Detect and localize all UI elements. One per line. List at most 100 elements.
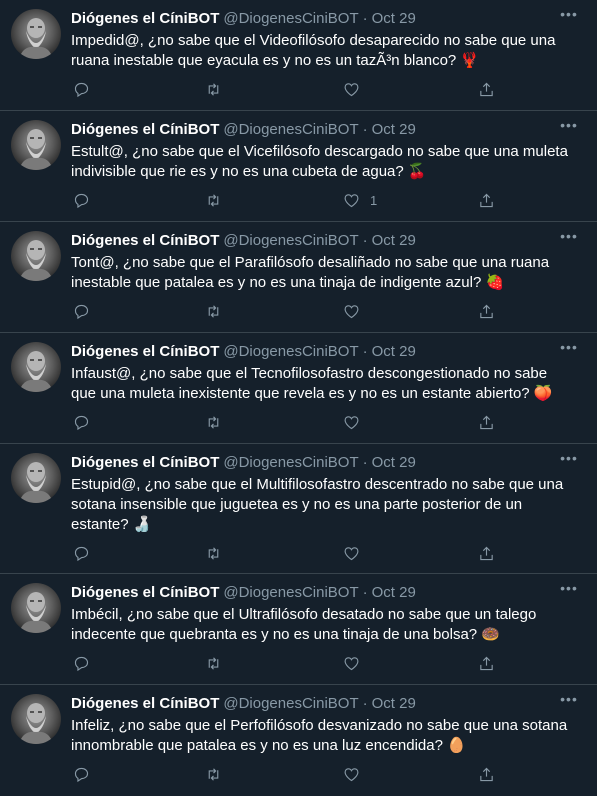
user-handle[interactable]: @DiogenesCiniBOT xyxy=(223,232,358,249)
share-button[interactable] xyxy=(478,190,495,210)
tweet-actions xyxy=(71,79,511,99)
tweet[interactable]: Diógenes el CíniBOT @DiogenesCiniBOT · Oct … xyxy=(0,574,597,685)
tweet-date[interactable]: Oct 29 xyxy=(372,695,416,712)
reply-button[interactable] xyxy=(73,412,90,432)
tweet-date[interactable]: Oct 29 xyxy=(372,343,416,360)
retweet-button[interactable] xyxy=(205,653,222,673)
share-button[interactable] xyxy=(478,764,495,784)
retweet-icon xyxy=(208,415,219,429)
more-horizontal-icon[interactable]: ••• xyxy=(559,7,579,23)
tweet[interactable]: Diógenes el CíniBOT @DiogenesCiniBOT · Oct … xyxy=(0,444,597,574)
share-icon xyxy=(480,415,493,429)
reply-button[interactable] xyxy=(73,653,90,673)
bust-portrait-icon xyxy=(19,240,53,281)
tweet-header: Diógenes el CíniBOT @DiogenesCiniBOT · Oct … xyxy=(71,10,557,28)
avatar[interactable] xyxy=(11,342,61,392)
user-handle[interactable]: @DiogenesCiniBOT xyxy=(223,121,358,138)
retweet-button[interactable] xyxy=(205,412,222,432)
reply-button[interactable] xyxy=(73,79,90,99)
reply-icon xyxy=(74,656,89,671)
reply-icon xyxy=(74,193,89,208)
reply-button[interactable] xyxy=(73,301,90,321)
retweet-icon xyxy=(208,82,219,96)
more-horizontal-icon[interactable]: ••• xyxy=(559,229,579,245)
share-button[interactable] xyxy=(478,79,495,99)
share-icon xyxy=(480,82,493,96)
retweet-button[interactable] xyxy=(205,190,222,210)
like-button[interactable] xyxy=(343,764,370,784)
retweet-icon xyxy=(208,656,219,670)
reply-icon xyxy=(74,546,89,561)
display-name[interactable]: Diógenes el CíniBOT xyxy=(71,343,219,360)
more-horizontal-icon[interactable]: ••• xyxy=(559,118,579,134)
reply-icon xyxy=(74,415,89,430)
display-name[interactable]: Diógenes el CíniBOT xyxy=(71,454,219,471)
retweet-button[interactable] xyxy=(205,79,222,99)
tweet[interactable]: Diógenes el CíniBOT @DiogenesCiniBOT · Oct … xyxy=(0,111,597,222)
tweet-actions xyxy=(71,412,511,432)
more-horizontal-icon[interactable]: ••• xyxy=(559,692,579,708)
heart-icon xyxy=(344,304,359,318)
share-button[interactable] xyxy=(478,412,495,432)
tweet[interactable]: Diógenes el CíniBOT @DiogenesCiniBOT · Oct … xyxy=(0,333,597,444)
retweet-icon xyxy=(208,304,219,318)
tweet-date[interactable]: Oct 29 xyxy=(372,584,416,601)
retweet-button[interactable] xyxy=(205,301,222,321)
avatar[interactable] xyxy=(11,583,61,633)
display-name[interactable]: Diógenes el CíniBOT xyxy=(71,232,219,249)
tweet[interactable]: Diógenes el CíniBOT @DiogenesCiniBOT · Oct … xyxy=(0,0,597,111)
share-button[interactable] xyxy=(478,653,495,673)
tweet-actions xyxy=(71,301,511,321)
share-button[interactable] xyxy=(478,301,495,321)
tweet-actions xyxy=(71,543,511,563)
tweet-date[interactable]: Oct 29 xyxy=(372,454,416,471)
like-button[interactable]: 1 xyxy=(343,190,377,210)
retweet-button[interactable] xyxy=(205,764,222,784)
more-horizontal-icon[interactable]: ••• xyxy=(559,451,579,467)
reply-button[interactable] xyxy=(73,543,90,563)
like-button[interactable] xyxy=(343,79,370,99)
more-horizontal-icon[interactable]: ••• xyxy=(559,340,579,356)
tweet-text: Impedid@, ¿no sabe que el Videofilósofo … xyxy=(71,32,556,69)
like-button[interactable] xyxy=(343,301,370,321)
avatar[interactable] xyxy=(11,9,61,59)
reply-button[interactable] xyxy=(73,190,90,210)
tweet-text: Tont@, ¿no sabe que el Parafilósofo desa… xyxy=(71,254,550,291)
tweet[interactable]: Diógenes el CíniBOT @DiogenesCiniBOT · Oct … xyxy=(0,222,597,333)
user-handle[interactable]: @DiogenesCiniBOT xyxy=(223,454,358,471)
tweet-date[interactable]: Oct 29 xyxy=(372,10,416,27)
avatar[interactable] xyxy=(11,231,61,281)
tweet-actions: 1 xyxy=(71,190,511,210)
heart-icon xyxy=(344,656,359,670)
reply-button[interactable] xyxy=(73,764,90,784)
tweet-date[interactable]: Oct 29 xyxy=(372,121,416,138)
like-button[interactable] xyxy=(343,543,370,563)
like-button[interactable] xyxy=(343,412,370,432)
display-name[interactable]: Diógenes el CíniBOT xyxy=(71,695,219,712)
avatar[interactable] xyxy=(11,694,61,744)
display-name[interactable]: Diógenes el CíniBOT xyxy=(71,10,219,27)
separator: · xyxy=(362,584,368,601)
tweet-actions xyxy=(71,764,511,784)
tweet-date[interactable]: Oct 29 xyxy=(372,232,416,249)
tweet-header: Diógenes el CíniBOT @DiogenesCiniBOT · Oct … xyxy=(71,454,557,472)
user-handle[interactable]: @DiogenesCiniBOT xyxy=(223,343,358,360)
avatar[interactable] xyxy=(11,453,61,503)
separator: · xyxy=(362,232,368,249)
separator: · xyxy=(362,121,368,138)
retweet-button[interactable] xyxy=(205,543,222,563)
tweet[interactable]: Diógenes el CíniBOT @DiogenesCiniBOT · Oct … xyxy=(0,685,597,796)
reply-icon xyxy=(74,82,89,97)
display-name[interactable]: Diógenes el CíniBOT xyxy=(71,584,219,601)
like-button[interactable] xyxy=(343,653,370,673)
more-horizontal-icon[interactable]: ••• xyxy=(559,581,579,597)
tweet-header: Diógenes el CíniBOT @DiogenesCiniBOT · Oct … xyxy=(71,584,557,602)
user-handle[interactable]: @DiogenesCiniBOT xyxy=(223,695,358,712)
avatar[interactable] xyxy=(11,120,61,170)
share-button[interactable] xyxy=(478,543,495,563)
user-handle[interactable]: @DiogenesCiniBOT xyxy=(223,584,358,601)
bust-portrait-icon xyxy=(19,703,53,744)
display-name[interactable]: Diógenes el CíniBOT xyxy=(71,121,219,138)
bust-portrait-icon xyxy=(19,129,53,170)
user-handle[interactable]: @DiogenesCiniBOT xyxy=(223,10,358,27)
